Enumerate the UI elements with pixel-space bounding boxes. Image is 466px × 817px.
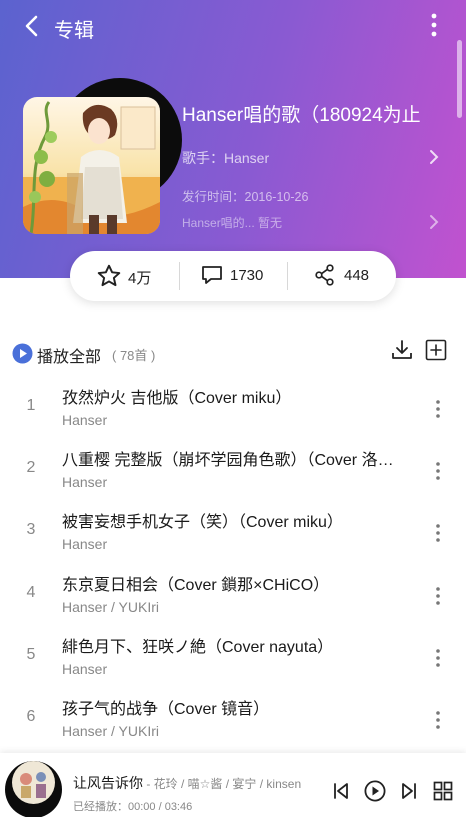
song-more-icon[interactable] [430, 647, 446, 669]
now-playing-cover-art [12, 761, 55, 804]
comment-icon [202, 266, 222, 284]
song-index: 2 [26, 459, 36, 476]
song-index: 5 [26, 646, 36, 663]
song-more-icon[interactable] [430, 585, 446, 607]
album-description-link[interactable]: Hanser唱的... 暂无 [182, 211, 442, 233]
share-count: 448 [344, 267, 370, 284]
add-box-icon [425, 339, 447, 361]
scrollbar-thumb[interactable] [457, 40, 462, 118]
playlist-icon[interactable] [433, 781, 453, 801]
comment-count: 1730 [230, 267, 264, 284]
now-playing-artists: - 花玲 / 喵☆酱 / 宴宁 / kinsen [143, 777, 302, 791]
favorite-button[interactable]: 4万 [70, 251, 178, 301]
now-playing-art [12, 761, 55, 804]
song-more-icon[interactable] [430, 709, 446, 731]
singer-link[interactable]: 歌手：Hanser [182, 146, 442, 168]
album-cover[interactable] [23, 97, 160, 234]
mini-player[interactable]: 让风告诉你 - 花玲 / 喵☆酱 / 宴宁 / kinsen 已经播放：00:0… [0, 753, 466, 817]
release-date: 发行时间：2016-10-26 [182, 190, 309, 204]
more-vertical-icon [431, 13, 437, 37]
song-artist: Hanser / YUKIri [62, 599, 159, 615]
song-artist: Hanser [62, 536, 108, 552]
song-title: 被害妄想手机女子（笑）（Cover miku） [62, 514, 343, 531]
add-to-playlist-button[interactable] [425, 339, 447, 361]
more-options-button[interactable] [424, 12, 444, 38]
chevron-left-icon [25, 15, 38, 37]
song-index: 3 [26, 521, 36, 538]
previous-track-icon[interactable] [331, 781, 351, 801]
song-artist: Hanser [62, 474, 108, 490]
song-more-icon[interactable] [430, 398, 446, 420]
song-title: 东京夏日相会（Cover 鎖那×CHiCO） [62, 577, 330, 594]
play-circle-icon [12, 343, 33, 364]
now-playing-title: 让风告诉你 [73, 775, 143, 791]
song-index: 1 [26, 397, 36, 414]
song-row[interactable]: 3 被害妄想手机女子（笑）（Cover miku） Hanser [0, 501, 466, 563]
star-icon [97, 264, 121, 287]
song-row[interactable]: 1 孜然炉火 吉他版（Cover miku） Hanser [0, 377, 466, 439]
share-button[interactable]: 448 [288, 251, 396, 301]
song-title: 孜然炉火 吉他版（Cover miku） [62, 390, 292, 407]
singer-label: 歌手：Hanser [182, 150, 270, 166]
now-playing-title-row: 让风告诉你 - 花玲 / 喵☆酱 / 宴宁 / kinsen [73, 773, 318, 793]
play-all-button[interactable]: 播放全部 ( 78首 ) [12, 342, 182, 366]
song-artist: Hanser / YUKIri [62, 723, 159, 739]
song-row[interactable]: 2 八重樱 完整版（崩坏学园角色歌）（Cover 洛天依） Hanser [0, 439, 466, 501]
download-button[interactable] [390, 338, 414, 362]
song-count: ( 78首 ) [112, 348, 156, 363]
comment-button[interactable]: 1730 [180, 251, 288, 301]
album-stats-bar: 4万 1730 448 [70, 251, 396, 301]
download-icon [392, 340, 412, 359]
play-all-label: 播放全部 [37, 349, 102, 366]
song-title: 八重樱 完整版（崩坏学园角色歌）（Cover 洛天依） [62, 452, 394, 469]
song-title: 孩子气的战争（Cover 镜音） [62, 701, 270, 718]
chevron-right-icon [430, 215, 439, 229]
song-row[interactable]: 4 东京夏日相会（Cover 鎖那×CHiCO） Hanser / YUKIri [0, 564, 466, 626]
song-row[interactable]: 6 孩子气的战争（Cover 镜音） Hanser / YUKIri [0, 688, 466, 750]
album-cover-art [23, 97, 160, 234]
chevron-right-icon [430, 150, 439, 164]
song-artist: Hanser [62, 412, 108, 428]
song-index: 4 [26, 584, 36, 601]
back-button[interactable] [20, 13, 44, 39]
favorite-count: 4万 [128, 270, 152, 287]
song-row[interactable]: 5 緋色月下、狂咲ノ絶（Cover nayuta） Hanser [0, 626, 466, 688]
album-description: Hanser唱的... 暂无 [182, 216, 283, 230]
song-title: 緋色月下、狂咲ノ絶（Cover nayuta） [62, 639, 334, 656]
play-pause-icon[interactable] [364, 780, 386, 802]
song-more-icon[interactable] [430, 522, 446, 544]
now-playing-time: 已经播放：00:00 / 03:46 [73, 801, 193, 813]
page-title: 专辑 [54, 20, 94, 42]
next-track-icon[interactable] [399, 781, 419, 801]
top-bar: 专辑 [0, 0, 466, 52]
song-index: 6 [26, 708, 36, 725]
song-more-icon[interactable] [430, 460, 446, 482]
song-artist: Hanser [62, 661, 108, 677]
album-name: Hanser唱的歌（180924为止 [182, 105, 421, 126]
share-icon [315, 264, 334, 286]
